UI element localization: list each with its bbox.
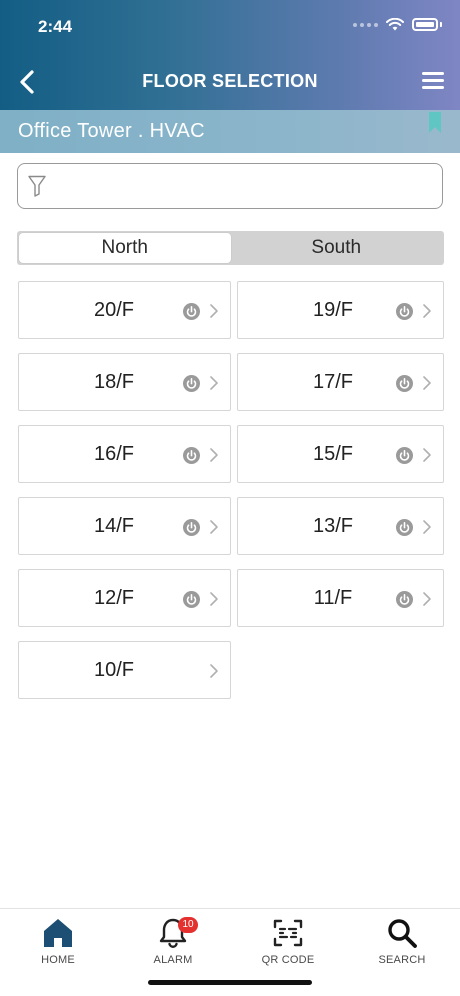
tab-search[interactable]: SEARCH [352, 913, 452, 973]
chevron-right-icon [210, 304, 218, 318]
floor-card[interactable]: 20/F [18, 281, 231, 339]
tab-home[interactable]: HOME [8, 913, 108, 973]
tab-qr-code-label: QR CODE [261, 954, 315, 966]
filter-input[interactable] [58, 172, 428, 202]
status-indicators [353, 18, 442, 31]
tab-alarm[interactable]: ALARM [123, 913, 223, 973]
power-icon [183, 375, 200, 392]
chevron-right-icon [210, 448, 218, 462]
floor-card[interactable]: 15/F [237, 425, 444, 483]
wifi-icon [386, 18, 404, 31]
search-icon [388, 919, 417, 948]
power-icon [183, 303, 200, 320]
floor-label: 18/F [93, 371, 135, 393]
power-icon [396, 447, 413, 464]
bookmark-icon[interactable] [428, 112, 442, 134]
power-icon [183, 591, 200, 608]
floor-label: 20/F [93, 299, 135, 321]
chevron-right-icon [423, 304, 431, 318]
power-icon [396, 303, 413, 320]
floor-selection-screen: 2:44 FLOOR SELECTION Office Tower . HVAC [0, 0, 460, 996]
floor-label: 12/F [93, 587, 135, 609]
location-bar: Office Tower . HVAC [0, 110, 460, 153]
chevron-right-icon [210, 376, 218, 390]
floor-card[interactable]: 19/F [237, 281, 444, 339]
floor-card[interactable]: 12/F [18, 569, 231, 627]
alarm-count-badge: 10 [178, 917, 198, 933]
hamburger-menu-icon[interactable] [422, 72, 444, 90]
battery-tip [440, 22, 442, 27]
power-icon [396, 375, 413, 392]
status-time: 2:44 [38, 17, 73, 36]
app-header: 2:44 FLOOR SELECTION [0, 0, 460, 110]
floor-grid: 20/F 19/F 18/F 17/F 16/F 15/F 14/F 13/F 12/F 11/F… [18, 281, 444, 699]
floor-card[interactable]: 10/F [18, 641, 231, 699]
filter-field[interactable] [17, 163, 443, 209]
floor-card[interactable]: 14/F [18, 497, 231, 555]
chevron-right-icon [210, 664, 218, 678]
floor-card[interactable]: 11/F [237, 569, 444, 627]
chevron-right-icon [423, 520, 431, 534]
chevron-right-icon [423, 376, 431, 390]
filter-funnel-icon [28, 175, 46, 197]
power-icon [183, 519, 200, 536]
floor-card[interactable]: 17/F [237, 353, 444, 411]
power-icon [396, 519, 413, 536]
floor-card[interactable]: 18/F [18, 353, 231, 411]
chevron-right-icon [423, 592, 431, 606]
power-icon [396, 591, 413, 608]
floor-label: 14/F [93, 515, 135, 537]
chevron-right-icon [210, 592, 218, 606]
page-title: FLOOR SELECTION [142, 71, 318, 91]
chevron-right-icon [210, 520, 218, 534]
floor-card[interactable]: 13/F [237, 497, 444, 555]
cellular-signal-icon [353, 22, 378, 27]
segment-south[interactable]: South [231, 233, 443, 263]
floor-label: 16/F [93, 443, 135, 465]
segment-north[interactable]: North [19, 233, 231, 263]
floor-card[interactable]: 16/F [18, 425, 231, 483]
power-icon [183, 447, 200, 464]
direction-segmented-control: North South [17, 231, 444, 265]
tab-home-label: HOME [41, 954, 75, 966]
location-title: Office Tower . HVAC [18, 120, 205, 142]
chevron-right-icon [423, 448, 431, 462]
battery-icon [412, 18, 438, 31]
qr-scan-icon [273, 919, 303, 947]
home-icon [44, 919, 72, 947]
tab-search-label: SEARCH [378, 954, 426, 966]
tab-alarm-label: ALARM [153, 954, 193, 966]
home-indicator [148, 980, 312, 985]
floor-label: 10/F [93, 659, 135, 681]
tab-qr-code[interactable]: QR CODE [238, 913, 338, 973]
